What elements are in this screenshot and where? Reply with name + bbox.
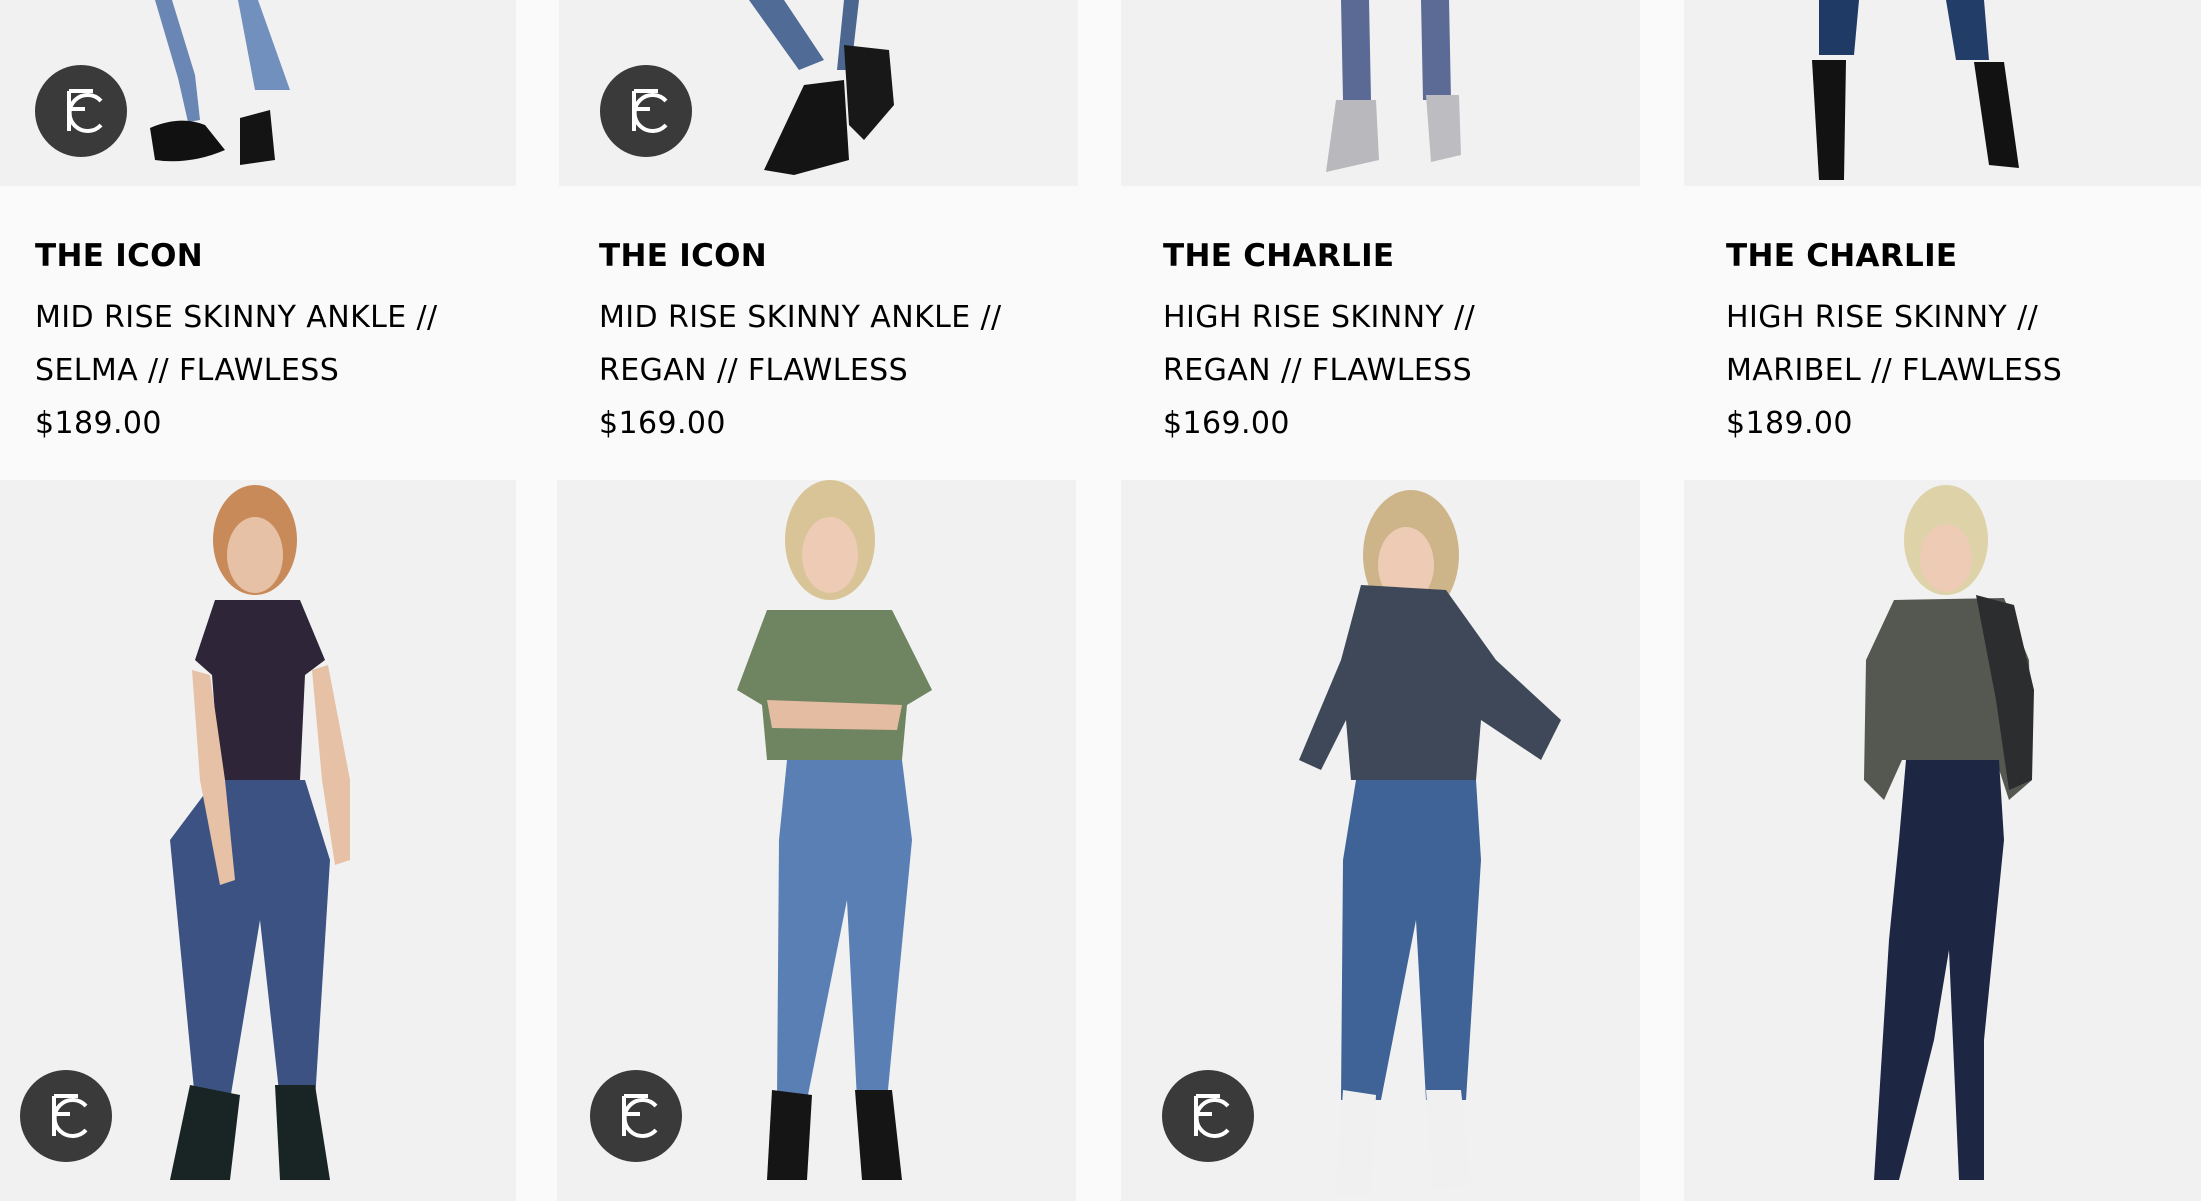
product-image-2[interactable] [559,0,1078,186]
product-image-4[interactable] [1684,0,2201,186]
product-name[interactable]: THE ICON [599,238,1002,274]
product-info-3[interactable]: THE CHARLIE HIGH RISE SKINNY // REGAN //… [1163,238,1475,450]
brand-badge-icon [590,1070,682,1162]
product-info-1[interactable]: THE ICON MID RISE SKINNY ANKLE // SELMA … [35,238,438,450]
product-price: $189.00 [1726,406,1853,441]
product-name[interactable]: THE CHARLIE [1726,238,2062,274]
product-info-2[interactable]: THE ICON MID RISE SKINNY ANKLE // REGAN … [599,238,1002,450]
brand-badge-icon [35,65,127,157]
model-legs-image [1812,0,2019,180]
product-image-6[interactable] [557,480,1076,1201]
product-image-7[interactable] [1121,480,1640,1201]
product-description-line1: HIGH RISE SKINNY // [1726,300,2039,335]
product-image-1[interactable] [0,0,516,186]
product-description-line1: MID RISE SKINNY ANKLE // [35,300,438,335]
product-description-line1: MID RISE SKINNY ANKLE // [599,300,1002,335]
product-image-5[interactable] [0,480,516,1201]
brand-badge-icon [600,65,692,157]
product-name[interactable]: THE ICON [35,238,438,274]
product-name[interactable]: THE CHARLIE [1163,238,1475,274]
product-price: $169.00 [599,406,726,441]
brand-badge-icon [1162,1070,1254,1162]
product-price: $189.00 [35,406,162,441]
model-image [1864,485,2034,1180]
product-description-line2: REGAN // FLAWLESS [1163,353,1473,388]
product-description-line2: SELMA // FLAWLESS [35,353,340,388]
product-image-8[interactable] [1684,480,2201,1201]
brand-badge-icon [20,1070,112,1162]
product-image-3[interactable] [1121,0,1640,186]
product-price: $169.00 [1163,406,1290,441]
model-legs-image [1326,0,1461,172]
product-description-line2: MARIBEL // FLAWLESS [1726,353,2063,388]
product-info-4[interactable]: THE CHARLIE HIGH RISE SKINNY // MARIBEL … [1726,238,2062,450]
product-description-line1: HIGH RISE SKINNY // [1163,300,1476,335]
product-description-line2: REGAN // FLAWLESS [599,353,909,388]
